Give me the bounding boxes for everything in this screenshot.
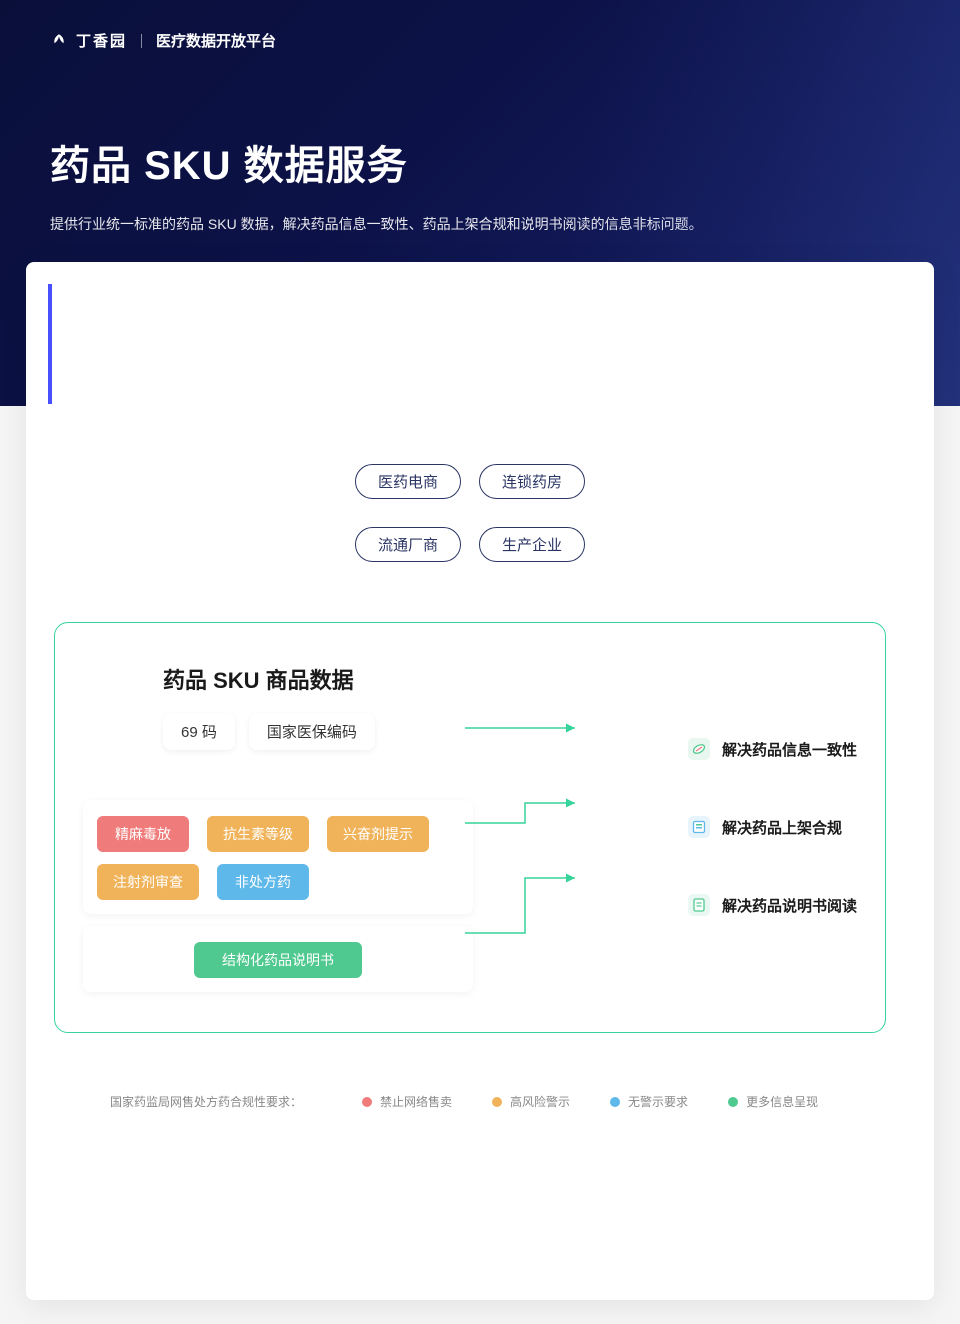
- tag-structured-instruction: 结构化药品说明书: [194, 942, 362, 978]
- tag-row-1: 精麻毒放 抗生素等级 兴奋剂提示: [97, 816, 459, 852]
- tag-stimulant: 兴奋剂提示: [327, 816, 429, 852]
- legend: 国家药监局网售处方药合规性要求： 禁止网络售卖 高风险警示 无警示要求 更多信息…: [54, 1093, 886, 1110]
- connector-lines-icon: [465, 713, 595, 983]
- brand-leaf-icon: [50, 32, 68, 50]
- output-compliance: 解决药品上架合规: [688, 816, 857, 838]
- page-title: 药品 SKU 数据服务: [50, 133, 910, 191]
- tag-otc: 非处方药: [217, 864, 309, 900]
- pill-icon: [688, 738, 710, 760]
- output-consistency: 解决药品信息一致性: [688, 738, 857, 760]
- accent-bar: [48, 284, 52, 404]
- platform-name: 医疗数据开放平台: [156, 30, 276, 51]
- code-nhsa: 国家医保编码: [249, 713, 375, 750]
- source-pills: 医药电商 连锁药房 流通厂商 生产企业: [54, 464, 886, 562]
- brand: 丁香园: [50, 30, 127, 51]
- compliance-tags-block: 精麻毒放 抗生素等级 兴奋剂提示 注射剂审查 非处方药: [83, 800, 473, 914]
- output-label: 解决药品上架合规: [722, 817, 842, 838]
- dot-icon: [492, 1097, 502, 1107]
- legend-text: 高风险警示: [510, 1093, 570, 1110]
- pill-chain-pharmacy: 连锁药房: [479, 464, 585, 499]
- header: 丁香园 医疗数据开放平台: [50, 30, 910, 51]
- outputs: 解决药品信息一致性 解决药品上架合规 解决药品说明书阅读: [688, 738, 857, 916]
- legend-text: 更多信息呈现: [746, 1093, 818, 1110]
- checklist-icon: [688, 816, 710, 838]
- header-divider: [141, 34, 142, 48]
- tag-injection: 注射剂审查: [97, 864, 199, 900]
- legend-item-red: 禁止网络售卖: [362, 1093, 452, 1110]
- pill-distributor: 流通厂商: [355, 527, 461, 562]
- instruction-block: 结构化药品说明书: [83, 926, 473, 992]
- sku-data-box: 药品 SKU 商品数据 69 码 国家医保编码 精麻毒放 抗生素等级 兴奋剂提示…: [54, 622, 886, 1033]
- legend-item-orange: 高风险警示: [492, 1093, 570, 1110]
- output-instruction: 解决药品说明书阅读: [688, 894, 857, 916]
- tag-antibiotic: 抗生素等级: [207, 816, 309, 852]
- dot-icon: [362, 1097, 372, 1107]
- code-69: 69 码: [163, 713, 235, 750]
- legend-item-green: 更多信息呈现: [728, 1093, 818, 1110]
- output-label: 解决药品说明书阅读: [722, 895, 857, 916]
- output-label: 解决药品信息一致性: [722, 739, 857, 760]
- pill-ecommerce: 医药电商: [355, 464, 461, 499]
- legend-text: 无警示要求: [628, 1093, 688, 1110]
- pill-row-2: 流通厂商 生产企业: [355, 527, 585, 562]
- pill-row-1: 医药电商 连锁药房: [355, 464, 585, 499]
- legend-label: 国家药监局网售处方药合规性要求：: [110, 1093, 302, 1110]
- brand-text: 丁香园: [76, 30, 127, 51]
- dot-icon: [728, 1097, 738, 1107]
- diagram: 医药电商 连锁药房 流通厂商 生产企业 药品 SKU 商品数据 69 码 国家医…: [54, 324, 886, 1110]
- pill-manufacturer: 生产企业: [479, 527, 585, 562]
- document-icon: [688, 894, 710, 916]
- content-card: 医药电商 连锁药房 流通厂商 生产企业 药品 SKU 商品数据 69 码 国家医…: [26, 262, 934, 1300]
- legend-item-blue: 无警示要求: [610, 1093, 688, 1110]
- funnel-graphic: [54, 324, 886, 464]
- tag-row-2: 注射剂审查 非处方药: [97, 864, 459, 900]
- tag-narcotic: 精麻毒放: [97, 816, 189, 852]
- page-subtitle: 提供行业统一标准的药品 SKU 数据，解决药品信息一致性、药品上架合规和说明书阅…: [50, 213, 910, 235]
- legend-text: 禁止网络售卖: [380, 1093, 452, 1110]
- sku-box-title: 药品 SKU 商品数据: [163, 663, 857, 695]
- dot-icon: [610, 1097, 620, 1107]
